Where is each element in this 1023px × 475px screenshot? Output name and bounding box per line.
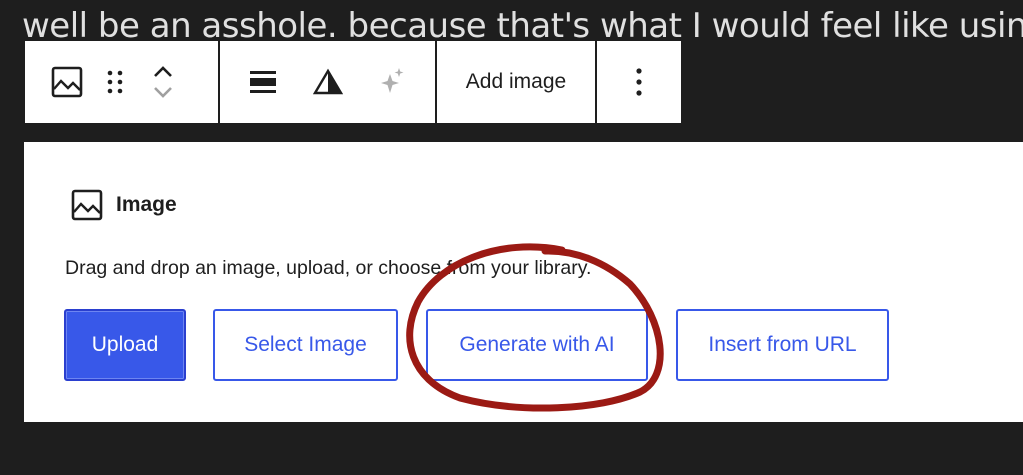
placeholder-title: Image [116, 193, 177, 216]
duotone-button[interactable] [306, 41, 350, 123]
select-image-button[interactable]: Select Image [213, 309, 398, 381]
toolbar-group-more [597, 41, 681, 123]
move-controls [135, 62, 191, 102]
more-options-icon [636, 68, 642, 96]
chevron-up-icon[interactable] [151, 62, 175, 82]
align-wide-icon [250, 71, 276, 93]
block-toolbar: Add image [25, 41, 681, 123]
insert-from-url-button[interactable]: Insert from URL [676, 309, 889, 381]
contrast-icon [313, 68, 343, 95]
image-block-placeholder: Image Drag and drop an image, upload, or… [24, 142, 1023, 422]
image-icon [71, 189, 103, 221]
drag-handle-icon [107, 70, 123, 94]
image-icon [51, 66, 83, 98]
more-options-button[interactable] [609, 41, 669, 123]
placeholder-description: Drag and drop an image, upload, or choos… [65, 257, 592, 279]
ai-button[interactable] [350, 41, 434, 123]
toolbar-group-add: Add image [437, 41, 597, 123]
placeholder-header: Image [70, 188, 177, 222]
toolbar-group-tools [220, 41, 437, 123]
add-image-button[interactable]: Add image [444, 41, 588, 123]
sparkles-icon [381, 68, 404, 93]
upload-button[interactable]: Upload [64, 309, 186, 381]
align-button[interactable] [220, 41, 306, 123]
toolbar-group-block [25, 41, 220, 123]
generate-with-ai-button[interactable]: Generate with AI [426, 309, 648, 381]
block-type-button[interactable] [39, 41, 95, 123]
chevron-down-icon[interactable] [151, 82, 175, 102]
drag-handle-button[interactable] [95, 41, 135, 123]
